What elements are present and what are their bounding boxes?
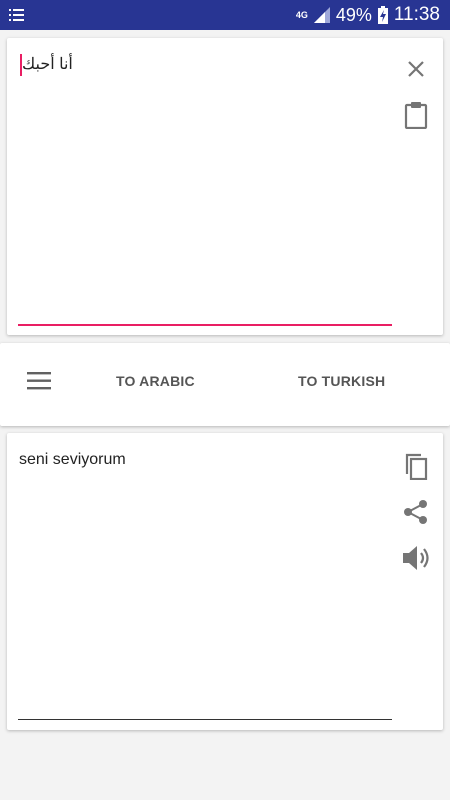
- close-icon[interactable]: [401, 54, 431, 84]
- speaker-icon[interactable]: [401, 543, 431, 573]
- output-card: seni seviyorum: [7, 433, 443, 730]
- source-text-input[interactable]: أنا أحبك: [19, 54, 73, 76]
- notification-list-icon: [9, 9, 24, 21]
- input-underline: [18, 324, 392, 326]
- to-arabic-button[interactable]: TO ARABIC: [116, 373, 195, 389]
- source-text-value: أنا أحبك: [22, 56, 73, 74]
- clock: 11:38: [393, 4, 440, 25]
- bottom-area: [0, 738, 450, 800]
- network-type-label: 4G: [295, 10, 308, 20]
- output-underline: [18, 719, 392, 720]
- language-buttons-card: TO ARABIC TO TURKISH: [0, 343, 450, 426]
- copy-icon[interactable]: [401, 451, 431, 481]
- to-turkish-button[interactable]: TO TURKISH: [298, 373, 385, 389]
- share-icon[interactable]: [401, 497, 431, 527]
- battery-charging-icon: [377, 6, 388, 24]
- menu-icon[interactable]: [26, 369, 52, 393]
- battery-percent: 49%: [335, 4, 372, 25]
- status-bar: 4G 49% 11:38: [0, 0, 450, 30]
- input-card: أنا أحبك: [7, 38, 443, 335]
- clipboard-icon[interactable]: [401, 100, 431, 130]
- translated-text: seni seviyorum: [19, 451, 126, 468]
- signal-icon: [313, 7, 330, 23]
